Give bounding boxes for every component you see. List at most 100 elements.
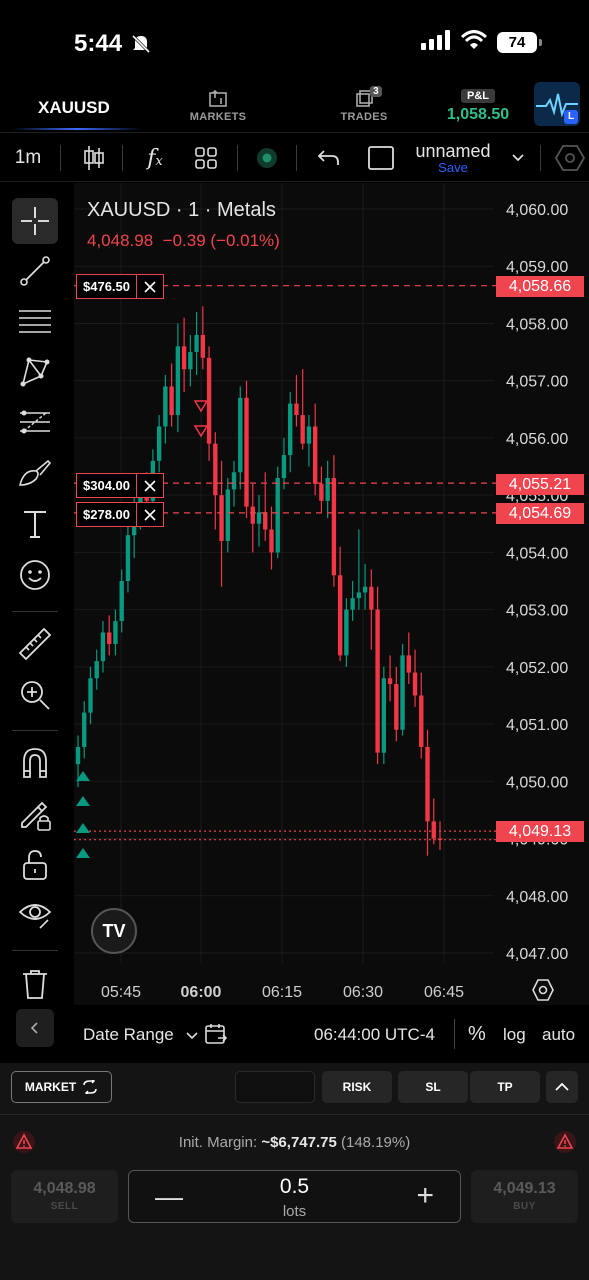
fib-tool[interactable] (12, 299, 58, 345)
x-axis-tick-label: 06:30 (343, 984, 383, 1001)
brush-tool[interactable] (12, 451, 58, 497)
fx-icon: fx (147, 145, 163, 171)
crosshair-tool[interactable] (12, 198, 58, 244)
buy-button[interactable]: 4,049.13 BUY (471, 1170, 578, 1223)
candle-body (356, 592, 362, 599)
layout-dropdown[interactable] (506, 133, 530, 183)
emoji-tool[interactable] (12, 552, 58, 598)
order-type-button[interactable]: MARKET (11, 1071, 112, 1103)
y-axis-tick-label: 4,057.00 (506, 374, 568, 391)
chart-title: XAUUSD · 1 · Metals (87, 199, 276, 221)
indicators-button[interactable]: fx (138, 133, 172, 183)
chart-area[interactable]: 4,060.00 4,059.00 4,058.00 4,057.00 4,056.00… (74, 183, 589, 1005)
collapse-toolbar-button[interactable] (16, 1009, 54, 1047)
timezone-label[interactable]: 06:44:00 UTC-4 (314, 1025, 435, 1045)
close-order-button[interactable] (137, 275, 163, 298)
y-axis-tick-label: 4,058.00 (506, 316, 568, 333)
candle-body (231, 472, 237, 490)
tab-symbol[interactable]: XAUUSD (38, 98, 110, 118)
close-order-button[interactable] (137, 474, 163, 497)
zoom-tool[interactable] (12, 672, 58, 718)
take-profit-button[interactable]: TP (470, 1071, 540, 1103)
order-tag[interactable]: $304.00 (76, 473, 164, 498)
toolbar-divider (296, 145, 297, 171)
chart-settings-button[interactable] (532, 979, 554, 1006)
candle-body (156, 426, 162, 461)
top-nav: XAUUSD MARKETS 3 TRADES P&L 1,058.50 L (0, 82, 589, 132)
x-axis-tick-label: 06:45 (424, 984, 464, 1001)
candle-body (225, 489, 230, 541)
buy-marker (76, 796, 90, 806)
replay-button[interactable] (252, 133, 282, 183)
close-order-button[interactable] (137, 503, 163, 526)
save-link[interactable]: Save (438, 161, 468, 175)
y-axis-tick-label: 4,051.00 (506, 717, 568, 734)
settings-button[interactable] (552, 133, 588, 183)
settings-hexagon-icon (555, 145, 585, 171)
price-line-label: 4,054.69 (496, 503, 584, 524)
expand-panel-button[interactable] (546, 1071, 578, 1103)
toolbar-divider (122, 145, 123, 171)
layout-name-menu[interactable]: unnamed Save (410, 133, 496, 183)
magnet-tool[interactable] (12, 740, 58, 786)
account-avatar[interactable]: L (534, 82, 580, 126)
delete-drawings-tool[interactable] (12, 961, 58, 1007)
candle-body (244, 397, 249, 507)
lots-value[interactable]: 0.5 (129, 1175, 460, 1199)
ruler-icon (18, 627, 52, 661)
interval-selector[interactable]: 1m (6, 133, 50, 183)
chevron-down-icon (186, 1032, 199, 1040)
record-icon (257, 148, 277, 168)
candle-body (238, 397, 243, 473)
date-range-button[interactable]: Date Range (83, 1025, 199, 1045)
log-scale-toggle[interactable]: log (503, 1025, 526, 1045)
candle-body (300, 415, 305, 444)
projection-tool[interactable] (12, 400, 58, 446)
order-tag[interactable]: $476.50 (76, 274, 164, 299)
candle-body (263, 512, 268, 530)
tradingview-logo[interactable]: TV (91, 908, 137, 954)
pattern-tool[interactable] (12, 349, 58, 395)
order-tag[interactable]: $278.00 (76, 502, 164, 527)
fullscreen-button[interactable] (364, 133, 398, 183)
eye-icon (18, 904, 52, 929)
risk-button[interactable]: RISK (322, 1071, 392, 1103)
undo-button[interactable] (314, 133, 344, 183)
go-to-date-button[interactable] (205, 1023, 228, 1050)
auto-scale-toggle[interactable]: auto (542, 1025, 575, 1045)
hide-drawings-tool[interactable] (12, 892, 58, 938)
candle-body (281, 455, 287, 478)
text-icon (24, 511, 46, 538)
zoom-in-icon (21, 681, 50, 710)
text-tool[interactable] (12, 501, 58, 547)
price-chart[interactable]: 4,060.00 4,059.00 4,058.00 4,057.00 4,056.00… (74, 183, 589, 1005)
trend-line-tool[interactable] (12, 248, 58, 294)
sell-button[interactable]: 4,048.98 SELL (11, 1170, 118, 1223)
candle-body (125, 535, 131, 581)
candle-body (181, 346, 187, 370)
order-option-empty[interactable] (235, 1071, 315, 1103)
candle-body (325, 477, 330, 501)
percent-scale-toggle[interactable]: % (468, 1023, 486, 1046)
buy-label: BUY (513, 1201, 536, 1212)
layout-grid-button[interactable] (190, 133, 222, 183)
close-icon (144, 280, 156, 293)
candle-type-button[interactable] (78, 133, 110, 183)
close-icon (144, 508, 156, 521)
x-axis-tick-label: 06:00 (181, 984, 222, 1001)
grid-icon (195, 147, 217, 169)
lock-all-tool[interactable] (12, 842, 58, 888)
measure-tool[interactable] (12, 621, 58, 667)
stop-loss-button[interactable]: SL (398, 1071, 468, 1103)
toolbar-divider (237, 145, 238, 171)
candle-body (194, 334, 199, 353)
lock-drawing-tool[interactable] (12, 791, 58, 837)
layout-name: unnamed (415, 141, 491, 161)
order-amount: $476.50 (77, 275, 137, 298)
tab-trades[interactable]: 3 TRADES (336, 86, 392, 123)
pnl-display[interactable]: P&L 1,058.50 (440, 86, 516, 124)
pencil-lock-icon (21, 801, 51, 831)
warning-icon[interactable] (553, 1131, 577, 1158)
increase-lots-button[interactable]: + (416, 1179, 434, 1213)
tab-markets[interactable]: MARKETS (188, 89, 248, 123)
